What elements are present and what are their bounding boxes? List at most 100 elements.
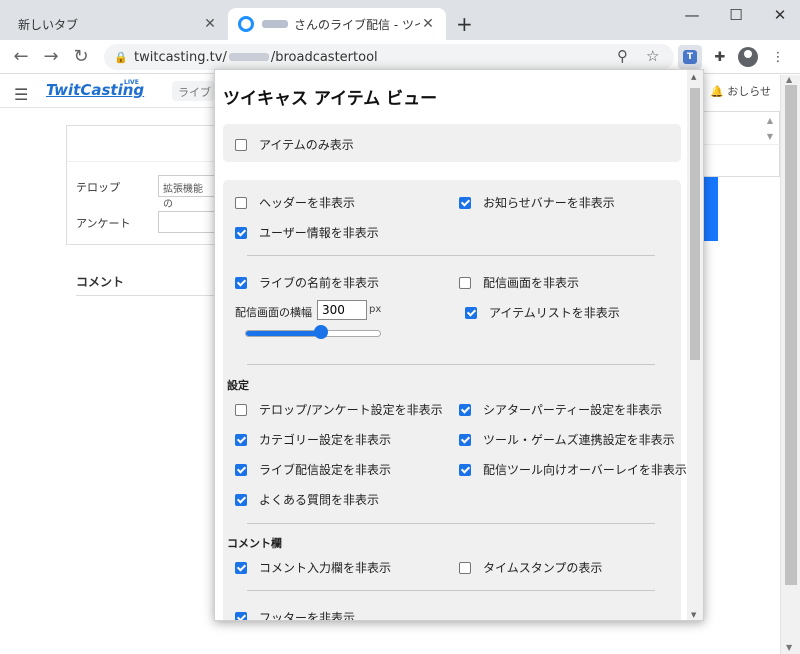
tab-new-tab[interactable]: 新しいタブ ✕ bbox=[8, 8, 228, 40]
checkbox-icon[interactable] bbox=[459, 276, 471, 289]
settings-heading: 設定 bbox=[227, 379, 249, 392]
hide-user-info-checkbox[interactable]: ユーザー情報を非表示 bbox=[235, 224, 379, 241]
url-host: twitcasting.tv/ bbox=[134, 49, 227, 65]
address-bar[interactable]: 🔒 twitcasting.tv/ /broadcastertool bbox=[104, 44, 674, 70]
checkbox-label: 配信ツール向けオーバーレイを非表示 bbox=[483, 463, 687, 477]
blurred-name bbox=[262, 20, 288, 28]
close-icon[interactable]: ✕ bbox=[420, 16, 436, 32]
checkbox-label: ライブ配信設定を非表示 bbox=[259, 463, 392, 477]
blurred-user-id bbox=[228, 53, 269, 61]
telop-label: テロップ bbox=[76, 181, 120, 194]
checkbox-label: テロップ/アンケート設定を非表示 bbox=[259, 403, 443, 417]
url-path: /broadcastertool bbox=[270, 49, 378, 65]
live-menu-button[interactable]: ライブ bbox=[172, 81, 214, 101]
items-only-checkbox[interactable]: アイテムのみ表示 bbox=[235, 136, 354, 153]
show-timestamp-checkbox[interactable]: タイムスタンプの表示 bbox=[459, 559, 602, 576]
hide-banner-checkbox[interactable]: お知らせバナーを非表示 bbox=[459, 194, 615, 211]
forward-arrow-icon[interactable]: → bbox=[40, 46, 62, 67]
page-scrollbar[interactable]: ▲ ▼ bbox=[780, 75, 800, 654]
checkbox-label: フッターを非表示 bbox=[259, 611, 356, 621]
hide-comment-input-checkbox[interactable]: コメント入力欄を非表示 bbox=[235, 559, 391, 576]
hide-live-settings-checkbox[interactable]: ライブ配信設定を非表示 bbox=[235, 461, 391, 478]
checkbox-icon[interactable] bbox=[235, 493, 247, 506]
lock-icon: 🔒 bbox=[114, 50, 128, 64]
checkbox-icon[interactable] bbox=[465, 306, 477, 319]
star-icon[interactable]: ☆ bbox=[646, 47, 659, 65]
hide-theater-party-checkbox[interactable]: シアターパーティー設定を非表示 bbox=[459, 401, 662, 418]
stream-width-input[interactable] bbox=[317, 300, 367, 320]
scroll-down-icon[interactable]: ▼ bbox=[767, 132, 773, 141]
stream-width-slider[interactable] bbox=[245, 330, 381, 337]
checkbox-icon[interactable] bbox=[235, 226, 247, 239]
divider bbox=[76, 295, 214, 296]
popup-scrollbar[interactable]: ▲ ▼ bbox=[687, 70, 703, 620]
puzzle-icon[interactable]: ✚ bbox=[708, 45, 732, 69]
checkbox-icon[interactable] bbox=[235, 463, 247, 476]
tab-title: さんのライブ配信 - ツイキャス bbox=[294, 17, 420, 32]
checkbox-icon[interactable] bbox=[459, 403, 471, 416]
checkbox-icon[interactable] bbox=[459, 433, 471, 446]
checkbox-label: お知らせバナーを非表示 bbox=[483, 196, 615, 210]
popup-title: ツイキャス アイテム ビュー bbox=[223, 89, 438, 109]
checkbox-icon[interactable] bbox=[459, 561, 471, 574]
stream-width-label: 配信画面の横幅 bbox=[235, 306, 312, 319]
plus-icon[interactable]: + bbox=[456, 12, 473, 36]
checkbox-icon[interactable] bbox=[235, 138, 247, 151]
close-window-button[interactable]: ✕ bbox=[770, 6, 790, 24]
hide-faq-checkbox[interactable]: よくある質問を非表示 bbox=[235, 491, 379, 508]
checkbox-label: シアターパーティー設定を非表示 bbox=[483, 403, 663, 417]
hamburger-menu-icon[interactable]: ☰ bbox=[14, 85, 28, 104]
tab-live[interactable]: さんのライブ配信 - ツイキャス ✕ bbox=[228, 8, 446, 40]
notifications-label: おしらせ bbox=[727, 85, 771, 98]
logo-sup: LIVE bbox=[124, 79, 139, 86]
checkbox-label: ヘッダーを非表示 bbox=[259, 196, 356, 210]
divider bbox=[247, 590, 655, 591]
hide-tool-games-checkbox[interactable]: ツール・ゲームズ連携設定を非表示 bbox=[459, 431, 675, 448]
minimize-button[interactable]: — bbox=[682, 6, 702, 24]
checkbox-label: ツール・ゲームズ連携設定を非表示 bbox=[483, 433, 675, 447]
hide-live-name-checkbox[interactable]: ライブの名前を非表示 bbox=[235, 274, 379, 291]
telop-input[interactable]: 拡張機能の bbox=[158, 175, 216, 210]
extension-twitcasting-item-view-icon[interactable]: T bbox=[678, 45, 702, 69]
hide-header-checkbox[interactable]: ヘッダーを非表示 bbox=[235, 194, 355, 211]
reload-icon[interactable]: ↻ bbox=[70, 46, 92, 67]
tab-title: 新しいタブ bbox=[18, 17, 79, 32]
checkbox-icon[interactable] bbox=[235, 276, 247, 289]
close-icon[interactable]: ✕ bbox=[202, 16, 218, 32]
comments-heading: コメント欄 bbox=[227, 537, 282, 550]
twitcasting-favicon-icon bbox=[238, 16, 254, 32]
survey-input[interactable] bbox=[158, 211, 216, 233]
slider-thumb[interactable] bbox=[314, 325, 328, 339]
checkbox-icon[interactable] bbox=[235, 433, 247, 446]
hide-telop-survey-settings-checkbox[interactable]: テロップ/アンケート設定を非表示 bbox=[235, 401, 443, 418]
item-view-popup: ツイキャス アイテム ビュー アイテムのみ表示 ヘッダーを非表示 お知らせバナー… bbox=[214, 69, 704, 621]
checkbox-icon[interactable] bbox=[235, 403, 247, 416]
survey-label: アンケート bbox=[76, 217, 131, 230]
hide-category-settings-checkbox[interactable]: カテゴリー設定を非表示 bbox=[235, 431, 391, 448]
notifications-button[interactable]: 🔔 おしらせ bbox=[710, 83, 771, 99]
more-menu-icon[interactable]: ⋮ bbox=[766, 45, 790, 69]
checkbox-icon[interactable] bbox=[235, 611, 247, 620]
checkbox-label: アイテムリストを非表示 bbox=[489, 306, 620, 320]
hide-item-list-checkbox[interactable]: アイテムリストを非表示 bbox=[465, 304, 620, 321]
profile-avatar[interactable] bbox=[736, 45, 760, 69]
checkbox-icon[interactable] bbox=[235, 196, 247, 209]
checkbox-icon[interactable] bbox=[235, 561, 247, 574]
back-arrow-icon[interactable]: ← bbox=[10, 46, 32, 67]
scroll-up-icon[interactable]: ▲ bbox=[767, 116, 773, 125]
checkbox-icon[interactable] bbox=[459, 196, 471, 209]
checkbox-icon[interactable] bbox=[459, 463, 471, 476]
comment-heading: コメント bbox=[76, 275, 125, 289]
checkbox-label: ライブの名前を非表示 bbox=[259, 276, 380, 290]
checkbox-label: ユーザー情報を非表示 bbox=[259, 226, 379, 240]
browser-titlebar: 新しいタブ ✕ さんのライブ配信 - ツイキャス ✕ + — ☐ ✕ bbox=[0, 0, 800, 40]
checkbox-label: タイムスタンプの表示 bbox=[483, 561, 603, 575]
maximize-button[interactable]: ☐ bbox=[726, 6, 746, 24]
hide-overlay-checkbox[interactable]: 配信ツール向けオーバーレイを非表示 bbox=[459, 461, 687, 478]
zoom-icon[interactable]: ⚲ bbox=[617, 47, 628, 65]
divider bbox=[247, 255, 655, 256]
checkbox-label: よくある質問を非表示 bbox=[259, 493, 380, 507]
hide-stream-screen-checkbox[interactable]: 配信画面を非表示 bbox=[459, 274, 579, 291]
hide-footer-checkbox[interactable]: フッターを非表示 bbox=[235, 609, 356, 621]
divider bbox=[247, 523, 655, 524]
